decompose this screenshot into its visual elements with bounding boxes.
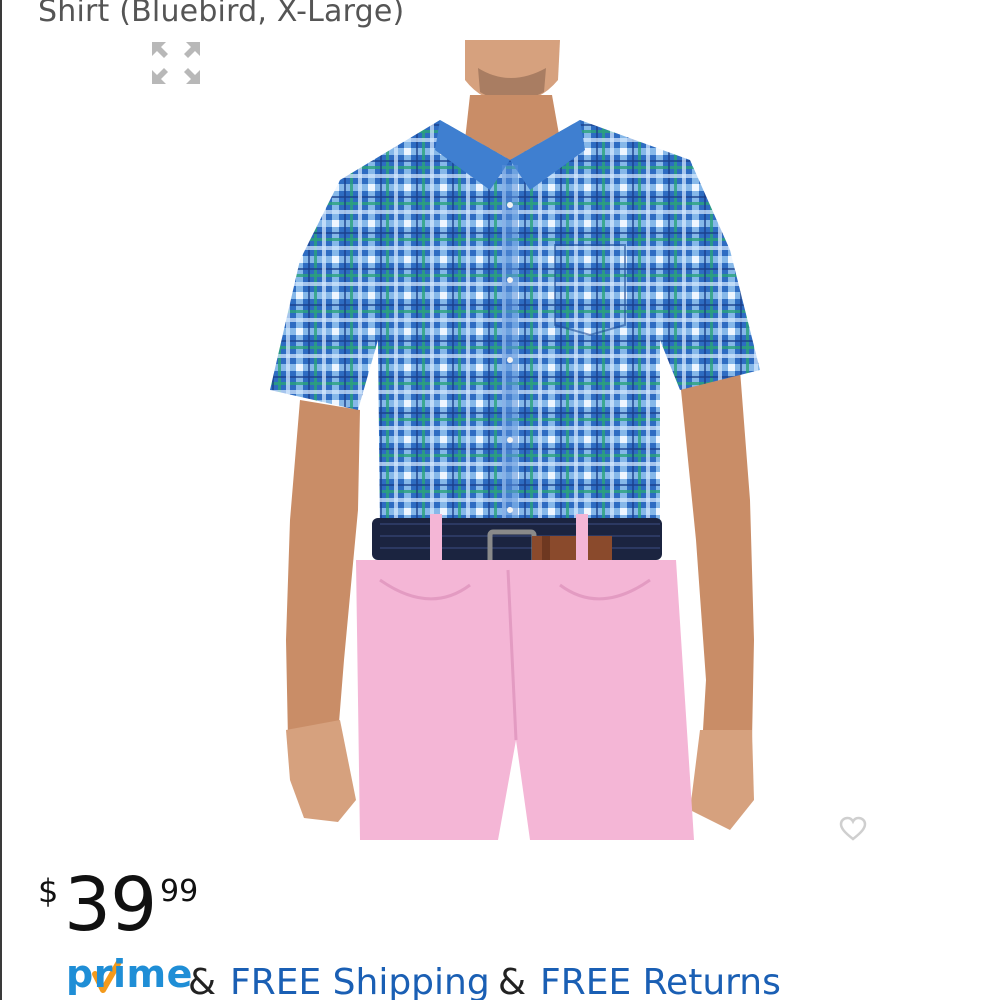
price-currency: $	[38, 872, 59, 910]
price-whole: 39	[64, 862, 157, 948]
price-fraction: 99	[160, 874, 199, 909]
left-border	[0, 0, 2, 1000]
prime-label: prime	[66, 952, 193, 996]
free-returns-link[interactable]: FREE Returns	[540, 962, 781, 1000]
product-image[interactable]	[260, 40, 780, 840]
product-title: Shirt (Bluebird, X-Large)	[38, 0, 405, 29]
heart-outline-icon[interactable]	[838, 816, 868, 842]
product-detail-page: Shirt (Bluebird, X-Large) $ 39 99 prime …	[0, 0, 1000, 1000]
ampersand: &	[498, 962, 527, 1000]
free-shipping-link[interactable]: FREE Shipping	[230, 962, 490, 1000]
ampersand: &	[188, 962, 217, 1000]
expand-arrows-icon[interactable]	[150, 40, 202, 86]
